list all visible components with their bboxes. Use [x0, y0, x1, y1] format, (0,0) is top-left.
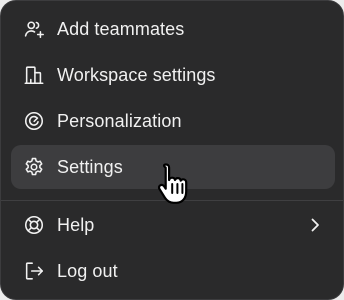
menu-divider — [1, 200, 343, 201]
menu-item-personalization[interactable]: Personalization — [11, 99, 335, 143]
personalization-icon — [23, 110, 45, 132]
menu-item-label: Log out — [57, 261, 118, 281]
menu-item-label: Personalization — [57, 111, 182, 131]
gear-icon — [23, 156, 45, 178]
chevron-right-icon — [305, 215, 325, 235]
menu-item-label: Help — [57, 215, 95, 235]
menu-item-add-teammates[interactable]: Add teammates — [11, 7, 335, 51]
logout-icon — [23, 260, 45, 282]
add-teammates-icon — [23, 18, 45, 40]
menu-item-label: Settings — [57, 157, 123, 177]
workspace-building-icon — [23, 64, 45, 86]
lifebuoy-icon — [23, 214, 45, 236]
menu-item-help[interactable]: Help — [11, 203, 335, 247]
menu-item-settings[interactable]: Settings — [11, 145, 335, 189]
account-menu: Add teammates Workspace settings Persona… — [0, 0, 344, 300]
menu-item-label: Workspace settings — [57, 65, 216, 85]
menu-item-workspace-settings[interactable]: Workspace settings — [11, 53, 335, 97]
menu-item-log-out[interactable]: Log out — [11, 249, 335, 293]
menu-item-label: Add teammates — [57, 19, 185, 39]
